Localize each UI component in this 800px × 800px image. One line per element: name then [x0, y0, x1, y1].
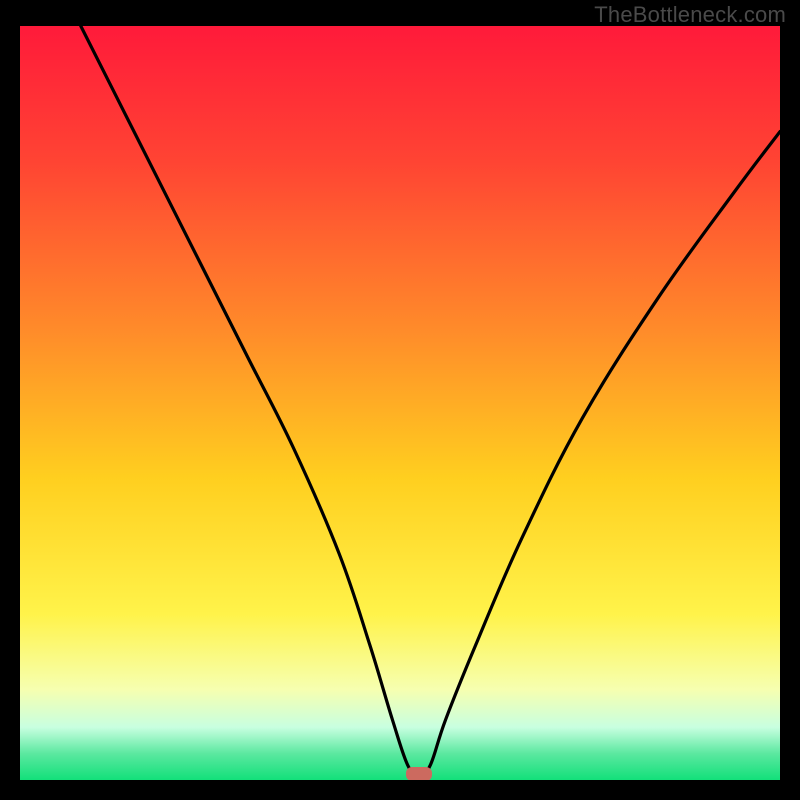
chart-frame: TheBottleneck.com — [0, 0, 800, 800]
optimal-marker — [406, 767, 432, 780]
watermark-label: TheBottleneck.com — [594, 2, 786, 28]
chart-svg — [20, 26, 780, 780]
plot-area — [20, 26, 780, 780]
gradient-background — [20, 26, 780, 780]
